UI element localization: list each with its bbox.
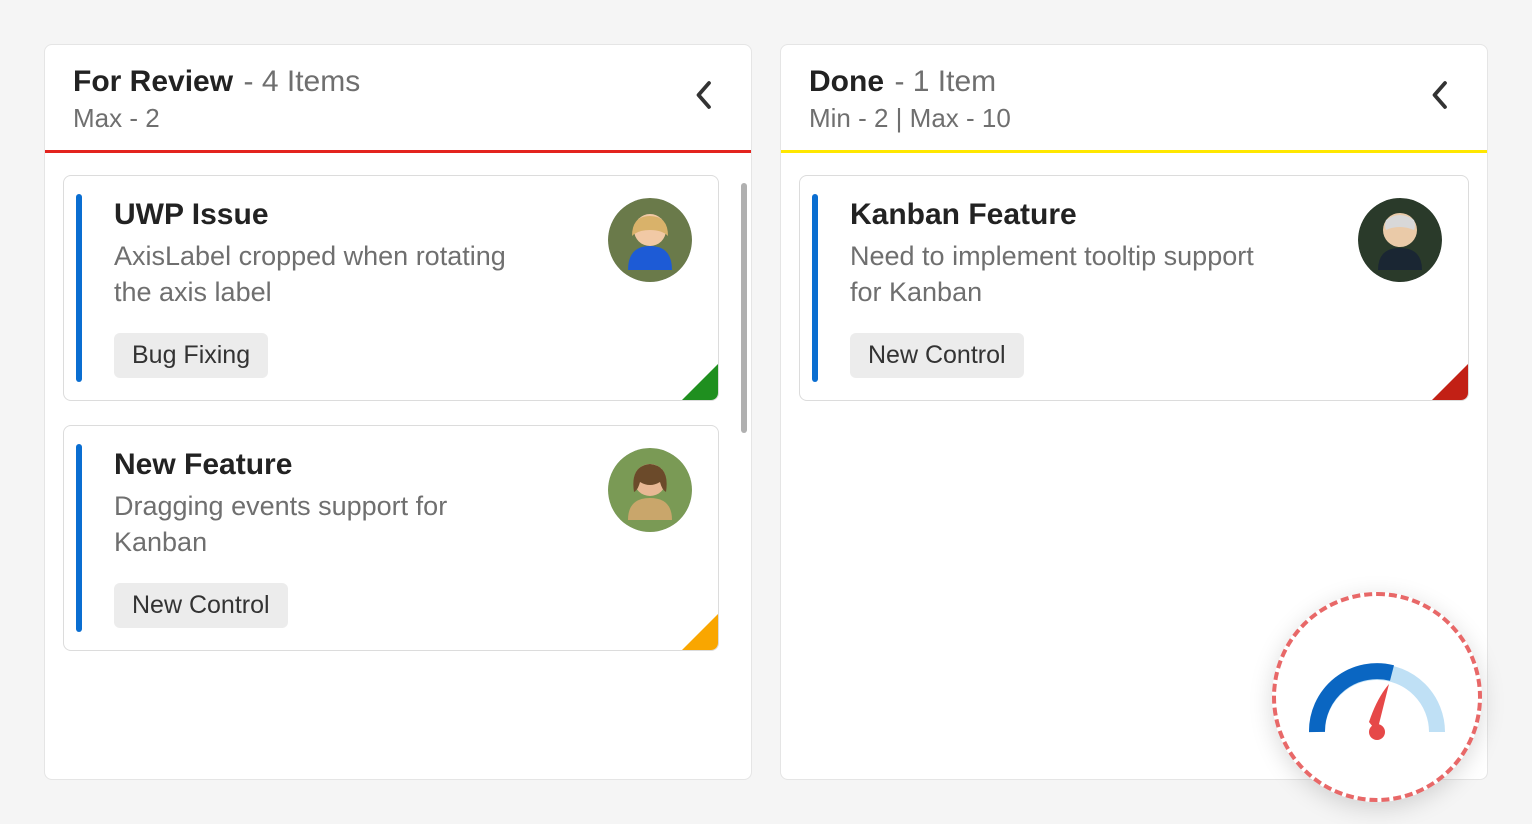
card-tag[interactable]: New Control: [850, 333, 1024, 378]
chevron-left-icon: [694, 80, 712, 110]
card-tag[interactable]: New Control: [114, 583, 288, 628]
card-accent: [76, 194, 82, 382]
column-collapse-button[interactable]: [683, 75, 723, 115]
column-count: - 4 Items: [244, 65, 361, 98]
card-body: UWP Issue AxisLabel cropped when rotatin…: [114, 198, 598, 378]
avatar-icon: [608, 198, 692, 282]
column-header: Done - 1 Item Min - 2 | Max - 10: [781, 45, 1487, 150]
chevron-left-icon: [1430, 80, 1448, 110]
card-description: Dragging events support for Kanban: [114, 488, 530, 561]
card-status-corner: [682, 614, 718, 650]
column-title-block: Done - 1 Item Min - 2 | Max - 10: [809, 65, 1011, 134]
card-status-corner: [1432, 364, 1468, 400]
card-body: Kanban Feature Need to implement tooltip…: [850, 198, 1348, 378]
column-title: Done: [809, 65, 884, 98]
column-sublabel: Min - 2 | Max - 10: [809, 103, 1011, 134]
card-description: Need to implement tooltip support for Ka…: [850, 238, 1278, 311]
scrollbar-thumb[interactable]: [741, 183, 747, 433]
card-title: UWP Issue: [114, 198, 598, 232]
card-title: New Feature: [114, 448, 598, 482]
card-accent: [76, 444, 82, 632]
gauge-icon: [1297, 637, 1457, 757]
column-title-block: For Review - 4 Items Max - 2: [73, 65, 360, 134]
assignee-avatar[interactable]: [1358, 198, 1442, 282]
card-tag[interactable]: Bug Fixing: [114, 333, 268, 378]
gauge-widget-button[interactable]: [1272, 592, 1482, 802]
column-sublabel: Max - 2: [73, 103, 360, 134]
assignee-avatar[interactable]: [608, 448, 692, 532]
card-list: Kanban Feature Need to implement tooltip…: [781, 153, 1487, 423]
column-header: For Review - 4 Items Max - 2: [45, 45, 751, 150]
assignee-avatar[interactable]: [608, 198, 692, 282]
kanban-card[interactable]: UWP Issue AxisLabel cropped when rotatin…: [63, 175, 719, 401]
card-description: AxisLabel cropped when rotating the axis…: [114, 238, 530, 311]
card-title: Kanban Feature: [850, 198, 1348, 232]
card-body: New Feature Dragging events support for …: [114, 448, 598, 628]
avatar-icon: [1358, 198, 1442, 282]
column-count: - 1 Item: [894, 65, 996, 98]
column-for-review: For Review - 4 Items Max - 2 UWP Issue A…: [44, 44, 752, 780]
card-list: UWP Issue AxisLabel cropped when rotatin…: [45, 153, 751, 673]
card-accent: [812, 194, 818, 382]
column-collapse-button[interactable]: [1419, 75, 1459, 115]
card-status-corner: [682, 364, 718, 400]
kanban-card[interactable]: New Feature Dragging events support for …: [63, 425, 719, 651]
kanban-card[interactable]: Kanban Feature Need to implement tooltip…: [799, 175, 1469, 401]
avatar-icon: [608, 448, 692, 532]
column-title: For Review: [73, 65, 233, 98]
